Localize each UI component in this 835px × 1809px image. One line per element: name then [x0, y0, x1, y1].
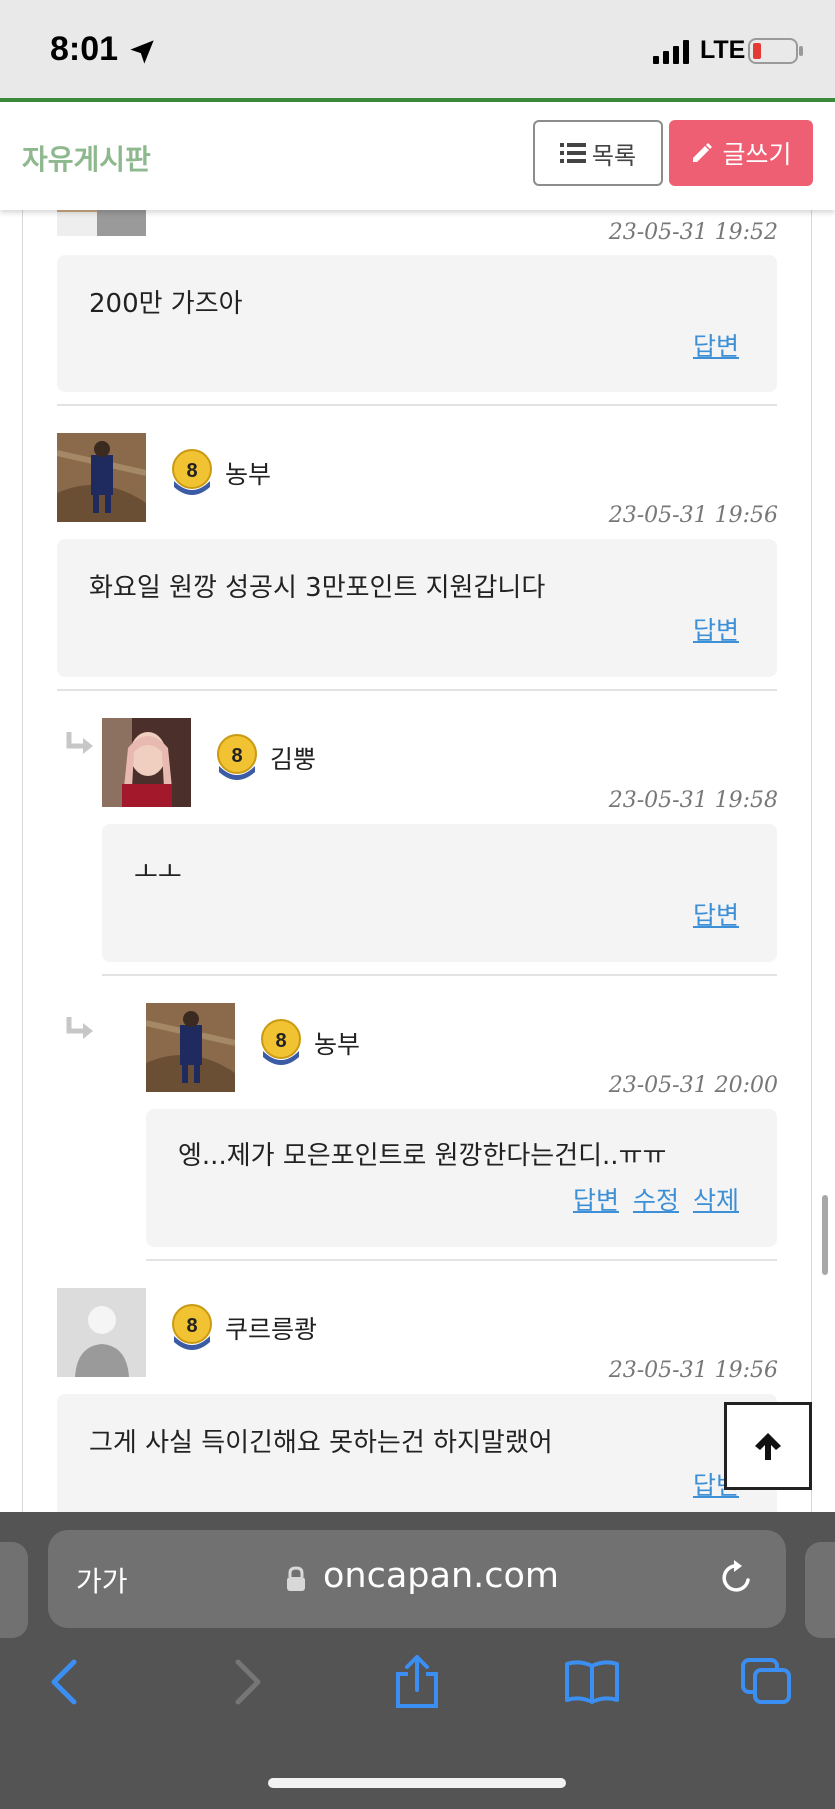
comment-timestamp: 23-05-31 19:56 [608, 1358, 778, 1383]
avatar-image [146, 1003, 235, 1092]
pencil-icon [693, 143, 713, 162]
status-bar: 8:01 LTE [0, 0, 835, 100]
write-button[interactable]: 글쓰기 [669, 120, 813, 186]
list-button[interactable]: 목록 [533, 120, 663, 186]
write-button-label: 글쓰기 [722, 140, 792, 169]
svg-text:8: 8 [275, 1030, 286, 1052]
reply-link[interactable]: 답변 [693, 896, 739, 932]
bookmarks-button[interactable] [564, 1654, 620, 1710]
comment-text: 200만 가즈아 [89, 289, 243, 319]
level-badge-icon: 8 [261, 1019, 301, 1065]
comment-author: 쿠르릉쾅 [225, 1315, 318, 1344]
share-button[interactable] [392, 1654, 442, 1710]
comment-actions: 답변 [693, 327, 739, 363]
svg-text:8: 8 [231, 745, 242, 767]
comment-bubble: 그게 사실 득이긴해요 못하는건 하지말랬어 답변 [57, 1394, 777, 1512]
forward-button[interactable] [228, 1654, 268, 1710]
comment-bubble: 화요일 원깡 성공시 3만포인트 지원갑니다 답변 [57, 539, 777, 677]
text-size-button[interactable]: 가가 [76, 1560, 128, 1600]
comment-timestamp: 23-05-31 19:58 [608, 788, 778, 813]
comment-author: 김뿡 [270, 745, 317, 774]
comment-bubble: 200만 가즈아 답변 [57, 255, 777, 392]
comment-bubble: ㅗㅗ 답변 [102, 824, 777, 962]
list-button-label: 목록 [591, 141, 637, 170]
avatar [57, 433, 146, 522]
avatar-image [57, 433, 146, 522]
status-time: 8:01 [50, 30, 119, 68]
comment-author: 농부 [225, 460, 272, 489]
separator [146, 1259, 777, 1261]
battery-icon [748, 38, 803, 64]
svg-text:8: 8 [186, 1315, 197, 1337]
comment-text: 화요일 원깡 성공시 3만포인트 지원갑니다 [89, 573, 546, 603]
scroll-to-top-button[interactable] [724, 1402, 812, 1490]
avatar [102, 718, 191, 807]
comment-list: 23-05-31 19:52 200만 가즈아 답변 8 농부 23-05-31… [0, 210, 835, 1512]
avatar [57, 1288, 146, 1377]
avatar-image [57, 210, 146, 236]
home-indicator [268, 1778, 566, 1788]
reply-arrow-icon [66, 1017, 93, 1039]
list-icon [559, 143, 586, 163]
url-text[interactable]: oncapan.com [323, 1556, 559, 1596]
browser-toolbar: 가가 oncapan.com [0, 1512, 835, 1809]
scrollbar-thumb[interactable] [822, 1195, 828, 1275]
comment-actions: 답변 [693, 896, 739, 932]
delete-link[interactable]: 삭제 [693, 1181, 739, 1217]
level-badge-icon: 8 [172, 1304, 212, 1350]
next-tab-peek[interactable] [805, 1542, 835, 1638]
comment-bubble: 엥...제가 모은포인트로 원깡한다는건디..ㅠㅠ 답변 수정 삭제 [146, 1109, 777, 1247]
comment-text: 엥...제가 모은포인트로 원깡한다는건디..ㅠㅠ [178, 1141, 667, 1171]
network-label: LTE [700, 36, 746, 64]
tabs-button[interactable] [740, 1654, 794, 1710]
reply-link[interactable]: 답변 [693, 327, 739, 363]
book-icon [565, 1660, 619, 1704]
previous-tab-peek[interactable] [0, 1542, 28, 1638]
separator [57, 689, 777, 691]
address-bar[interactable]: 가가 oncapan.com [48, 1530, 786, 1628]
svg-text:8: 8 [186, 460, 197, 482]
avatar [146, 1003, 235, 1092]
location-arrow-icon [130, 40, 154, 64]
reply-link[interactable]: 답변 [693, 611, 739, 647]
comment-timestamp: 23-05-31 19:52 [608, 220, 778, 245]
lock-icon [287, 1566, 305, 1591]
back-button[interactable] [44, 1654, 84, 1710]
chevron-right-icon [235, 1659, 261, 1705]
chevron-left-icon [51, 1659, 77, 1705]
separator [102, 974, 777, 976]
reply-arrow-icon [66, 732, 93, 754]
reply-link[interactable]: 답변 [573, 1181, 619, 1217]
level-badge-icon: 8 [217, 734, 257, 780]
tabs-icon [741, 1658, 791, 1704]
reload-icon[interactable] [716, 1558, 756, 1598]
board-title[interactable]: 자유게시판 [22, 138, 151, 178]
edit-link[interactable]: 수정 [633, 1181, 679, 1217]
comment-actions: 답변 [693, 611, 739, 647]
comment-timestamp: 23-05-31 19:56 [608, 503, 778, 528]
comment-text: ㅗㅗ [134, 858, 182, 888]
comment-timestamp: 23-05-31 20:00 [608, 1073, 778, 1098]
comment-actions: 답변 수정 삭제 [573, 1181, 739, 1217]
share-icon [396, 1655, 438, 1708]
comment-author: 농부 [314, 1030, 361, 1059]
arrow-up-icon [755, 1433, 781, 1460]
signal-icon [653, 40, 689, 64]
default-avatar-icon [57, 1288, 146, 1377]
avatar [57, 210, 146, 236]
avatar-image [102, 718, 191, 807]
comment-text: 그게 사실 득이긴해요 못하는건 하지말랬어 [89, 1428, 553, 1458]
separator [57, 404, 777, 406]
level-badge-icon: 8 [172, 449, 212, 495]
site-header: 자유게시판 목록 글쓰기 [0, 102, 835, 210]
